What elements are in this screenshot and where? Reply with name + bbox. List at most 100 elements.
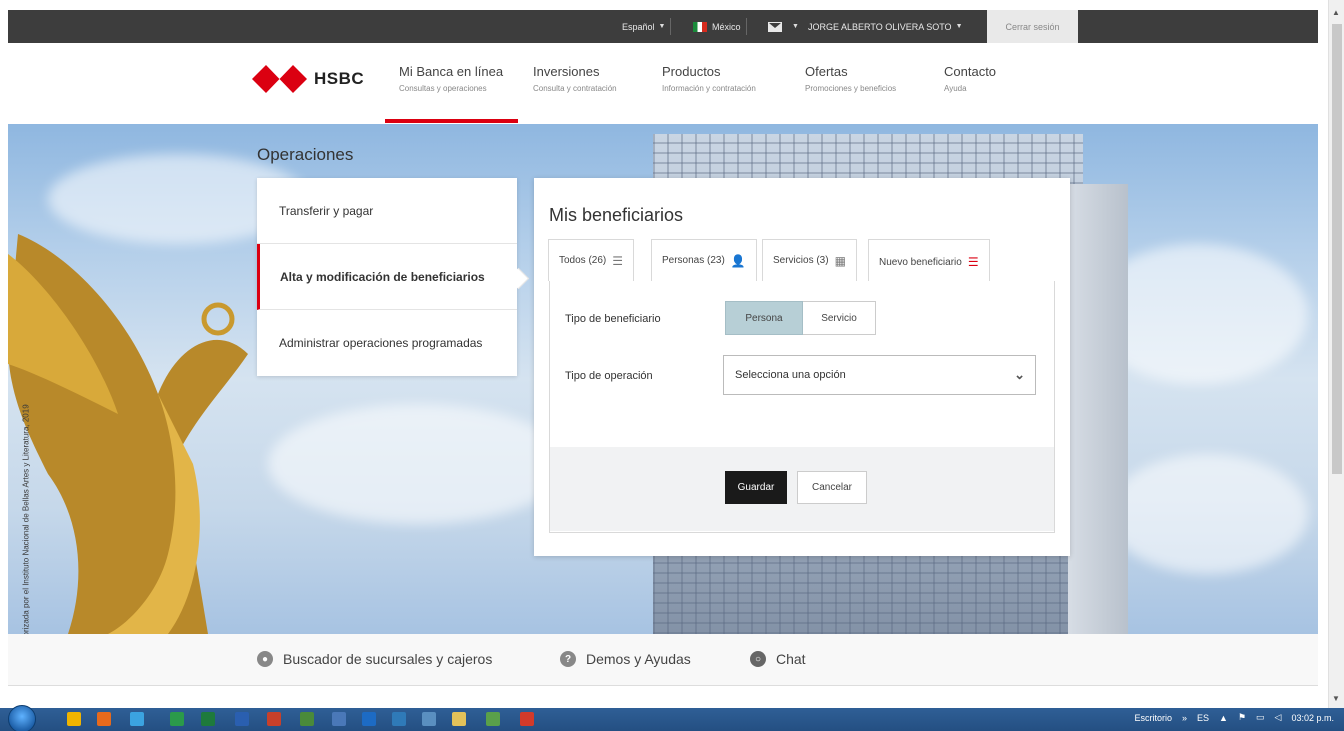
start-button[interactable] [8,705,36,731]
tab-todos[interactable]: Todos (26) ☰ [548,239,635,281]
nav-sublabel: Información y contratación [662,84,756,93]
visio-icon[interactable] [392,712,406,726]
beneficiary-type-toggle: Persona Servicio [725,301,876,335]
save-button[interactable]: Guardar [725,471,787,504]
nav-mi-banca[interactable]: Mi Banca en línea Consultas y operacione… [399,64,503,93]
firefox-icon[interactable] [97,712,111,726]
footer-link-label: Demos y Ayudas [586,651,691,667]
beneficiaries-panel: Mis beneficiarios Todos (26) ☰ Personas (… [534,178,1070,556]
country-selector[interactable]: México [693,10,747,43]
language-label: Español [622,21,655,32]
powerpoint-icon[interactable] [267,712,281,726]
menu-item-operaciones-programadas[interactable]: Administrar operaciones programadas [257,310,517,376]
operation-type-label: Tipo de operación [565,370,653,382]
calculator-icon[interactable] [422,712,436,726]
hsbc-hexagon-icon [252,65,307,93]
chrome-icon[interactable] [67,712,81,726]
cloud [1108,454,1308,574]
mexico-flag-icon [693,21,707,32]
nav-ofertas[interactable]: Ofertas Promociones y beneficios [805,64,896,93]
language-selector[interactable]: Español ▼ [622,10,672,43]
project-icon[interactable] [300,712,314,726]
nav-contacto[interactable]: Contacto Ayuda [944,64,996,93]
logout-button[interactable]: Cerrar sesión [987,10,1078,43]
menu-item-transferir[interactable]: Transferir y pagar [257,178,517,244]
angel-statue-image [8,234,248,634]
grid-icon: ▦ [834,253,846,268]
ie-icon[interactable] [130,712,144,726]
utility-bar: Español ▼ México ▼ JORGE ALBERTO OLIVERA … [8,10,1318,43]
mail-icon [768,21,782,32]
tab-label: Todos (26) [559,255,607,266]
word-icon[interactable] [235,712,249,726]
tab-nuevo-beneficiario[interactable]: Nuevo beneficiario ☰ [868,239,990,284]
operations-menu: Transferir y pagar Alta y modificación d… [257,178,517,376]
tab-servicios[interactable]: Servicios (3) ▦ [762,239,857,281]
nav-label: Mi Banca en línea [399,64,504,79]
desktop-toolbar-label[interactable]: Escritorio [1134,713,1172,723]
volume-icon[interactable]: ◁ [1275,712,1282,723]
location-pin-icon: ● [257,651,273,667]
form-actions: Guardar Cancelar [550,447,1054,531]
scrollbar-thumb[interactable] [1332,24,1342,474]
outlook-icon[interactable] [362,712,376,726]
hsbc-logo[interactable]: HSBC [252,65,364,93]
tab-personas[interactable]: Personas (23) 👤 [651,239,757,281]
option-servicio[interactable]: Servicio [803,301,876,335]
new-beneficiary-form: Tipo de beneficiario Persona Servicio Ti… [549,281,1055,533]
brand-name: HSBC [314,69,365,88]
nav-sublabel: Consulta y contratación [533,84,617,93]
tray-up-icon[interactable]: ▲ [1219,713,1228,723]
system-tray: Escritorio » ES ▲ ⚑ ▭ ◁ 03:02 p.m. [1134,712,1334,723]
chevron-down-icon: ▼ [792,23,799,30]
tab-label: Servicios (3) [773,255,829,266]
language-indicator[interactable]: ES [1197,713,1209,723]
footer-link-label: Chat [776,651,806,667]
access-icon[interactable] [170,712,184,726]
vertical-scrollbar[interactable]: ▲ ▼ [1328,0,1344,708]
chevron-down-icon: ⌄ [1014,367,1025,382]
separator [670,18,672,35]
beneficiary-type-label: Tipo de beneficiario [565,313,661,325]
chevron-down-icon: ▼ [955,23,963,30]
nav-label: Contacto [944,64,997,79]
nav-productos[interactable]: Productos Información y contratación [662,64,756,93]
chevron-right-icon[interactable]: » [1182,713,1187,723]
excel-icon[interactable] [201,712,215,726]
branch-locator-link[interactable]: ● Buscador de sucursales y cajeros [257,651,492,667]
panel-title: Mis beneficiarios [549,205,684,225]
folder-icon[interactable] [452,712,466,726]
section-title: Operaciones [257,145,354,164]
operation-type-select[interactable]: Selecciona una opción ⌄ [723,355,1036,395]
user-name: JORGE ALBERTO OLIVERA SOTO [808,21,952,32]
messages-button[interactable]: ▼ [768,10,799,43]
user-menu[interactable]: JORGE ALBERTO OLIVERA SOTO ▼ [808,10,963,43]
nav-label: Ofertas [805,64,848,79]
clock[interactable]: 03:02 p.m. [1291,713,1334,723]
publisher-icon[interactable] [332,712,346,726]
building-side-image [1068,184,1128,634]
demos-help-link[interactable]: ? Demos y Ayudas [560,651,691,667]
nav-sublabel: Consultas y operaciones [399,84,487,93]
photo-credit: Autorizada por el Instituto Nacional de … [21,404,31,634]
windows-taskbar: Escritorio » ES ▲ ⚑ ▭ ◁ 03:02 p.m. [0,705,1344,731]
paint-icon[interactable] [486,712,500,726]
tab-label: Nuevo beneficiario [879,256,962,268]
menu-item-alta-beneficiarios[interactable]: Alta y modificación de beneficiarios [257,244,517,310]
country-label: México [712,21,741,32]
nav-active-indicator [385,119,518,123]
flag-icon[interactable]: ⚑ [1238,712,1246,723]
scroll-down-icon[interactable]: ▼ [1332,694,1340,703]
cancel-button[interactable]: Cancelar [797,471,867,504]
footer-link-label: Buscador de sucursales y cajeros [283,651,493,667]
cloud [268,404,568,524]
scroll-up-icon[interactable]: ▲ [1332,8,1340,17]
list-icon: ☰ [612,253,624,268]
chat-link[interactable]: ○ Chat [750,651,806,667]
acrobat-icon[interactable] [520,712,534,726]
option-persona[interactable]: Persona [725,301,803,335]
network-icon[interactable]: ▭ [1256,712,1265,723]
nav-inversiones[interactable]: Inversiones Consulta y contratación [533,64,617,93]
nav-sublabel: Promociones y beneficios [805,84,897,93]
menu-item-label: Administrar operaciones programadas [279,336,483,350]
